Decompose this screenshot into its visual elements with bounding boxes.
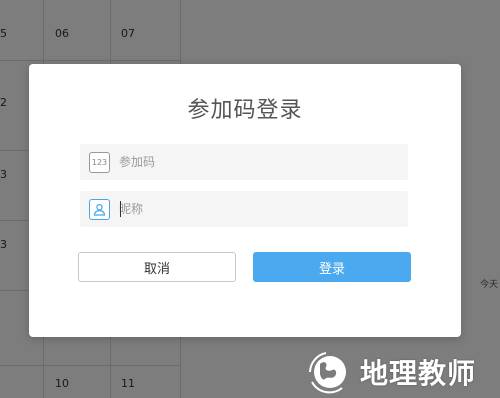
join-code-field[interactable]: 123 xyxy=(80,144,408,180)
watermark-text: 地理教师 xyxy=(360,357,477,390)
login-button[interactable]: 登录 xyxy=(253,252,411,282)
join-code-login-dialog: 参加码登录 123 取消 登录 xyxy=(29,64,461,337)
user-icon-glyph xyxy=(93,203,106,216)
nickname-field[interactable] xyxy=(80,191,408,227)
dialog-title: 参加码登录 xyxy=(187,98,303,123)
number-code-icon: 123 xyxy=(89,151,110,173)
cancel-button[interactable]: 取消 xyxy=(78,252,236,282)
join-code-input[interactable] xyxy=(119,147,379,177)
globe-logo-icon xyxy=(309,352,346,394)
user-icon xyxy=(89,198,110,220)
text-caret xyxy=(120,201,121,217)
nickname-input[interactable] xyxy=(119,194,379,224)
watermark: 地理教师 xyxy=(296,346,500,398)
